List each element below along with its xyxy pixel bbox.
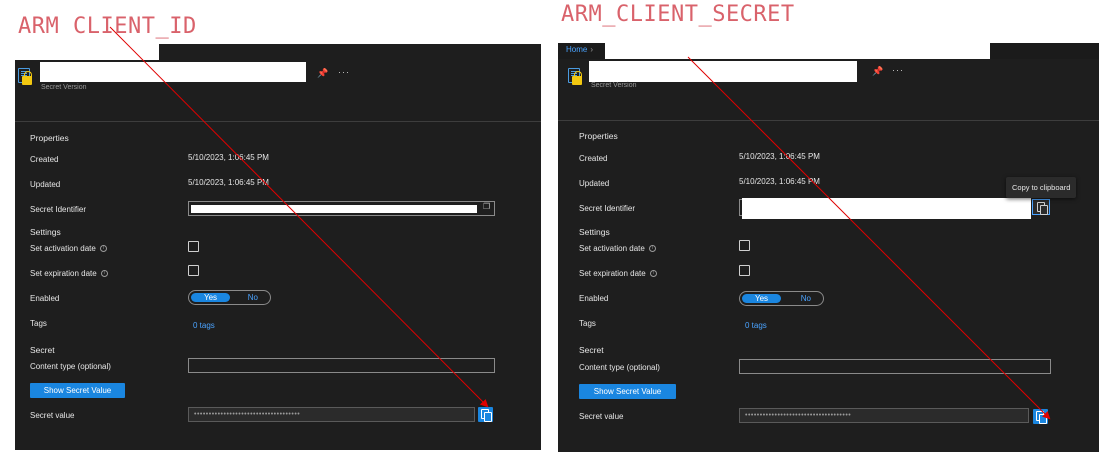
copy-to-clipboard-tooltip: Copy to clipboard [1006,177,1077,198]
more-icon[interactable]: ··· [892,65,904,75]
page-subtitle: Secret Version [41,84,87,91]
redacted-secret-name [40,62,306,82]
show-secret-value-button[interactable]: Show Secret Value [579,384,676,399]
pin-icon[interactable]: 📌 [872,66,883,77]
content-type-label: Content type (optional) [579,363,660,372]
redacted-breadcrumb-path [605,43,990,59]
header-divider [558,120,1099,121]
content-type-label: Content type (optional) [30,362,111,371]
expiration-date-checkbox[interactable] [188,265,199,276]
activation-date-label: Set activation date i [30,244,107,253]
enabled-toggle[interactable]: Yes No [739,291,824,306]
page-subtitle: Secret Version [591,82,637,89]
secret-version-panel-left: 📌 ··· Secret Version Properties Created … [15,44,541,450]
redacted-secret-identifier [742,198,1031,219]
content-type-input[interactable] [739,359,1051,374]
expiration-date-label: Set expiration date i [579,269,657,278]
info-icon[interactable]: i [648,245,656,253]
secret-value-label: Secret value [579,412,624,421]
copy-icon[interactable] [1033,409,1048,424]
properties-heading: Properties [579,131,618,141]
updated-label: Updated [579,179,610,188]
tags-link[interactable]: 0 tags [193,321,215,330]
show-secret-value-button[interactable]: Show Secret Value [30,383,125,398]
key-vault-secret-icon [18,68,32,85]
enabled-no-option[interactable]: No [801,294,811,303]
breadcrumb-home-link[interactable]: Home [566,45,587,54]
settings-heading: Settings [579,227,610,237]
caption-arm-client-id: ARM CLIENT_ID [18,14,197,39]
secret-heading: Secret [30,345,55,355]
content-type-input[interactable] [188,358,495,373]
secret-value-field[interactable]: •••••••••••••••••••••••••••••••••••• [188,407,475,422]
expiration-date-label: Set expiration date i [30,269,108,278]
secret-version-panel-right: Home › 📌 ··· Secret Version Properties Cr… [558,43,1099,452]
updated-value: 5/10/2023, 1:06:45 PM [739,177,820,186]
updated-value: 5/10/2023, 1:06:45 PM [188,178,269,187]
tags-label: Tags [579,319,596,328]
updated-label: Updated [30,180,61,189]
breadcrumb: Home › [566,45,593,54]
info-icon[interactable]: i [649,270,657,278]
copy-icon[interactable]: ❐ [483,202,490,211]
redacted-breadcrumb [15,44,159,60]
tags-link[interactable]: 0 tags [745,321,767,330]
enabled-yes-option[interactable]: Yes [742,294,781,303]
created-value: 5/10/2023, 1:06:45 PM [739,152,820,161]
info-icon[interactable]: i [99,245,107,253]
expiration-date-checkbox[interactable] [739,265,750,276]
enabled-no-option[interactable]: No [248,293,258,302]
info-icon[interactable]: i [100,270,108,278]
created-label: Created [30,155,59,164]
copy-icon[interactable] [1032,199,1050,215]
copy-icon[interactable] [478,407,493,422]
secret-value-field[interactable]: •••••••••••••••••••••••••••••••••••• [739,408,1029,423]
secret-heading: Secret [579,345,604,355]
enabled-label: Enabled [579,294,609,303]
secret-identifier-label: Secret Identifier [579,204,636,213]
created-label: Created [579,154,608,163]
caption-arm-client-secret: ARM_CLIENT_SECRET [561,2,795,27]
enabled-yes-option[interactable]: Yes [191,293,230,302]
secret-value-label: Secret value [30,411,75,420]
more-icon[interactable]: ··· [338,67,350,77]
key-vault-secret-icon [568,68,582,85]
breadcrumb-separator: › [590,45,594,54]
activation-date-label: Set activation date i [579,244,656,253]
enabled-label: Enabled [30,294,60,303]
pin-icon[interactable]: 📌 [317,68,328,79]
secret-identifier-label: Secret Identifier [30,205,87,214]
header-divider [15,121,541,122]
properties-heading: Properties [30,133,69,143]
created-value: 5/10/2023, 1:06:45 PM [188,153,269,162]
redacted-secret-identifier [191,205,477,213]
redacted-secret-name [589,61,857,82]
activation-date-checkbox[interactable] [188,241,199,252]
settings-heading: Settings [30,227,61,237]
activation-date-checkbox[interactable] [739,240,750,251]
tags-label: Tags [30,319,47,328]
enabled-toggle[interactable]: Yes No [188,290,271,305]
